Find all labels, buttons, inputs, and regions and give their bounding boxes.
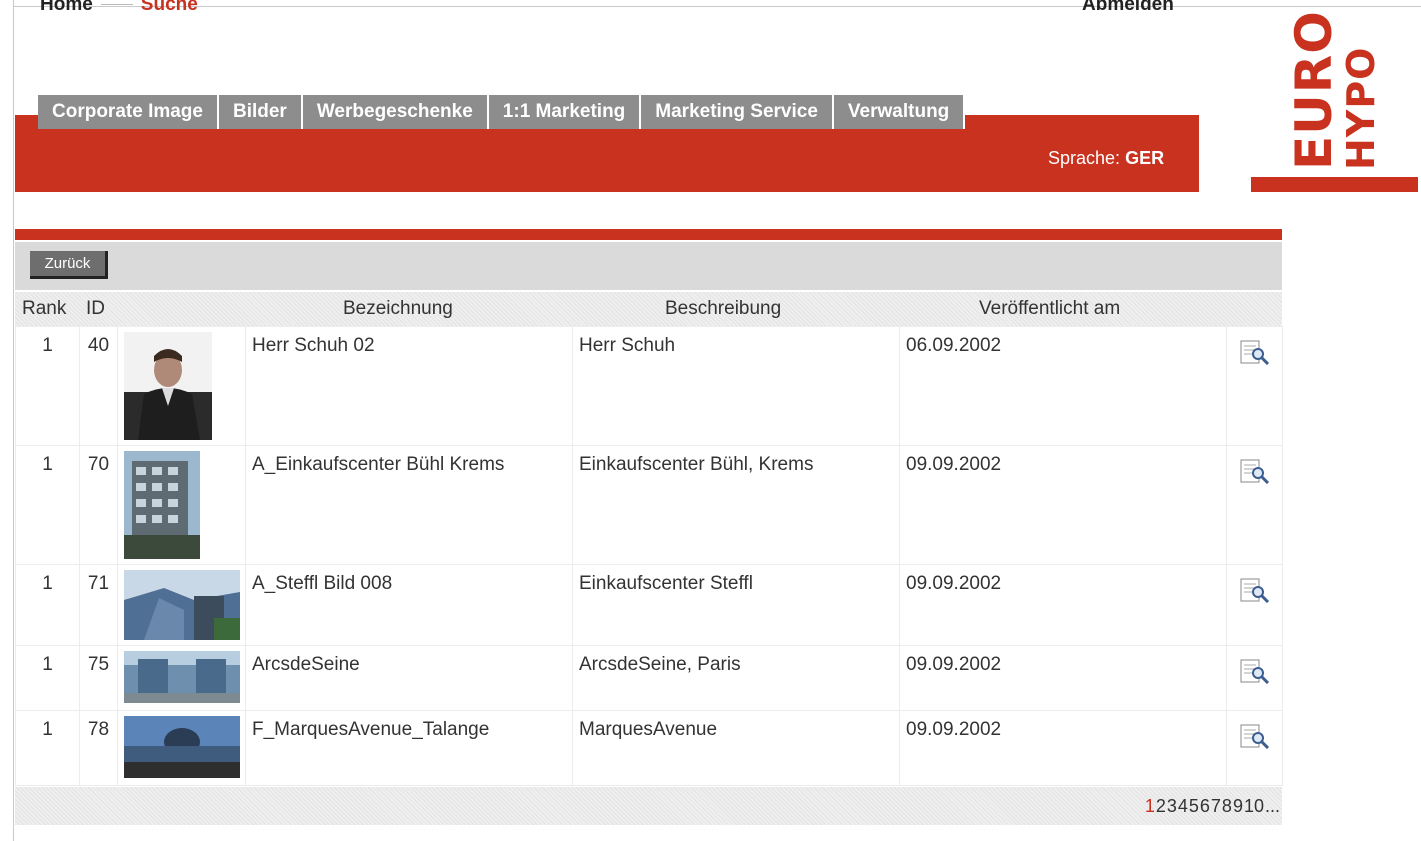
tab-corporate-image[interactable]: Corporate Image	[38, 95, 219, 129]
results-rows: 1 40 Herr Schuh 02 Herr Schuh 06.09.2002	[15, 326, 1283, 786]
page-link-8[interactable]: 8	[1222, 796, 1232, 816]
page-link-10[interactable]: 10	[1244, 796, 1264, 816]
cell-name: A_Einkaufscenter Bühl Krems	[245, 445, 573, 565]
tab-werbegeschenke[interactable]: Werbegeschenke	[302, 95, 489, 129]
logout-link[interactable]: Abmelden	[1082, 0, 1174, 16]
thumbnail-image[interactable]	[124, 332, 212, 440]
page-link-1[interactable]: 1	[1145, 796, 1155, 816]
cell-published: 06.09.2002	[899, 326, 1227, 446]
column-header-name[interactable]: Bezeichnung	[343, 298, 453, 320]
page-link-3[interactable]: 3	[1167, 796, 1177, 816]
thumbnail-image[interactable]	[124, 451, 200, 559]
tab-verwaltung[interactable]: Verwaltung	[833, 95, 966, 129]
table-row[interactable]: 1 75 ArcsdeSeine ArcsdeSeine, Paris 09.0…	[15, 645, 1283, 711]
cell-description: Herr Schuh	[572, 326, 900, 446]
cell-action	[1226, 645, 1283, 711]
logo-text-euro: EURO	[1285, 10, 1343, 170]
cell-description: Einkaufscenter Bühl, Krems	[572, 445, 900, 565]
cell-name: ArcsdeSeine	[245, 645, 573, 711]
cell-thumbnail	[117, 564, 246, 646]
cell-name: F_MarquesAvenue_Talange	[245, 710, 573, 786]
cell-action	[1226, 710, 1283, 786]
table-row[interactable]: 1 78 F_MarquesAvenue_Talange MarquesAven…	[15, 710, 1283, 786]
view-detail-icon[interactable]	[1239, 723, 1271, 749]
cell-rank: 1	[15, 445, 80, 565]
cell-thumbnail	[117, 645, 246, 711]
cell-id: 40	[79, 326, 118, 446]
view-detail-icon[interactable]	[1239, 458, 1271, 484]
column-header-published[interactable]: Veröffentlicht am	[979, 298, 1120, 320]
thumbnail-image[interactable]	[124, 570, 240, 640]
cell-thumbnail	[117, 326, 246, 446]
cell-action	[1226, 326, 1283, 446]
cell-description: Einkaufscenter Steffl	[572, 564, 900, 646]
page-link-7[interactable]: 7	[1211, 796, 1221, 816]
cell-published: 09.09.2002	[899, 564, 1227, 646]
cell-thumbnail	[117, 710, 246, 786]
cell-id: 71	[79, 564, 118, 646]
pagination: 12345678910...	[15, 787, 1282, 825]
toolbar: Zurück	[15, 242, 1282, 290]
thumbnail-image[interactable]	[124, 716, 240, 778]
cell-rank: 1	[15, 564, 80, 646]
content-divider	[15, 229, 1282, 240]
thumbnail-image[interactable]	[124, 651, 240, 703]
cell-id: 75	[79, 645, 118, 711]
cell-published: 09.09.2002	[899, 645, 1227, 711]
tab-bilder[interactable]: Bilder	[218, 95, 303, 129]
search-link[interactable]: Suche	[141, 0, 198, 15]
cell-name: A_Steffl Bild 008	[245, 564, 573, 646]
cell-published: 09.09.2002	[899, 710, 1227, 786]
pagination-links: 12345678910...	[1144, 796, 1280, 817]
table-row[interactable]: 1 70 A_Einkaufscenter Bühl Krems Einkauf…	[15, 445, 1283, 565]
cell-thumbnail	[117, 445, 246, 565]
cell-rank: 1	[15, 326, 80, 446]
cell-id: 78	[79, 710, 118, 786]
column-header-description[interactable]: Beschreibung	[665, 298, 781, 320]
page-link-2[interactable]: 2	[1156, 796, 1166, 816]
table-header: Rank ID Bezeichnung Beschreibung Veröffe…	[15, 292, 1282, 326]
tab-marketing-service[interactable]: Marketing Service	[641, 95, 834, 129]
logo-text-hypo: HYPO	[1339, 46, 1383, 170]
back-button[interactable]: Zurück	[30, 251, 108, 279]
page-link-4[interactable]: 4	[1178, 796, 1188, 816]
page-link-9[interactable]: 9	[1233, 796, 1243, 816]
cell-rank: 1	[15, 645, 80, 711]
logo-bar	[1251, 177, 1418, 192]
cell-action	[1226, 564, 1283, 646]
language-selector[interactable]: Sprache: GER	[1048, 148, 1164, 169]
language-label: Sprache:	[1048, 148, 1121, 168]
page-link-6[interactable]: 6	[1200, 796, 1210, 816]
table-row[interactable]: 1 40 Herr Schuh 02 Herr Schuh 06.09.2002	[15, 326, 1283, 446]
column-header-rank[interactable]: Rank	[22, 298, 66, 320]
view-detail-icon[interactable]	[1239, 339, 1271, 365]
language-value[interactable]: GER	[1125, 148, 1164, 168]
cell-name: Herr Schuh 02	[245, 326, 573, 446]
view-detail-icon[interactable]	[1239, 577, 1271, 603]
cell-description: ArcsdeSeine, Paris	[572, 645, 900, 711]
frame-top	[13, 6, 1421, 7]
page-link-5[interactable]: 5	[1189, 796, 1199, 816]
cell-action	[1226, 445, 1283, 565]
results-table: Rank ID Bezeichnung Beschreibung Veröffe…	[15, 292, 1283, 786]
euro-hypo-logo: EURO HYPO	[1251, 0, 1421, 195]
page-link-more[interactable]: ...	[1265, 796, 1280, 816]
tab-1-1-marketing[interactable]: 1:1 Marketing	[488, 95, 642, 129]
cell-published: 09.09.2002	[899, 445, 1227, 565]
frame-left	[13, 0, 14, 841]
column-header-id[interactable]: ID	[86, 298, 105, 320]
cell-id: 70	[79, 445, 118, 565]
table-row[interactable]: 1 71 A_Steffl Bild 008 Einkaufscenter St…	[15, 564, 1283, 646]
cell-description: MarquesAvenue	[572, 710, 900, 786]
main-tabs: Corporate Image Bilder Werbegeschenke 1:…	[38, 95, 966, 129]
view-detail-icon[interactable]	[1239, 658, 1271, 684]
nav-separator	[100, 4, 133, 6]
home-link[interactable]: Home	[40, 0, 93, 15]
cell-rank: 1	[15, 710, 80, 786]
top-navigation: Home Suche	[40, 0, 198, 16]
